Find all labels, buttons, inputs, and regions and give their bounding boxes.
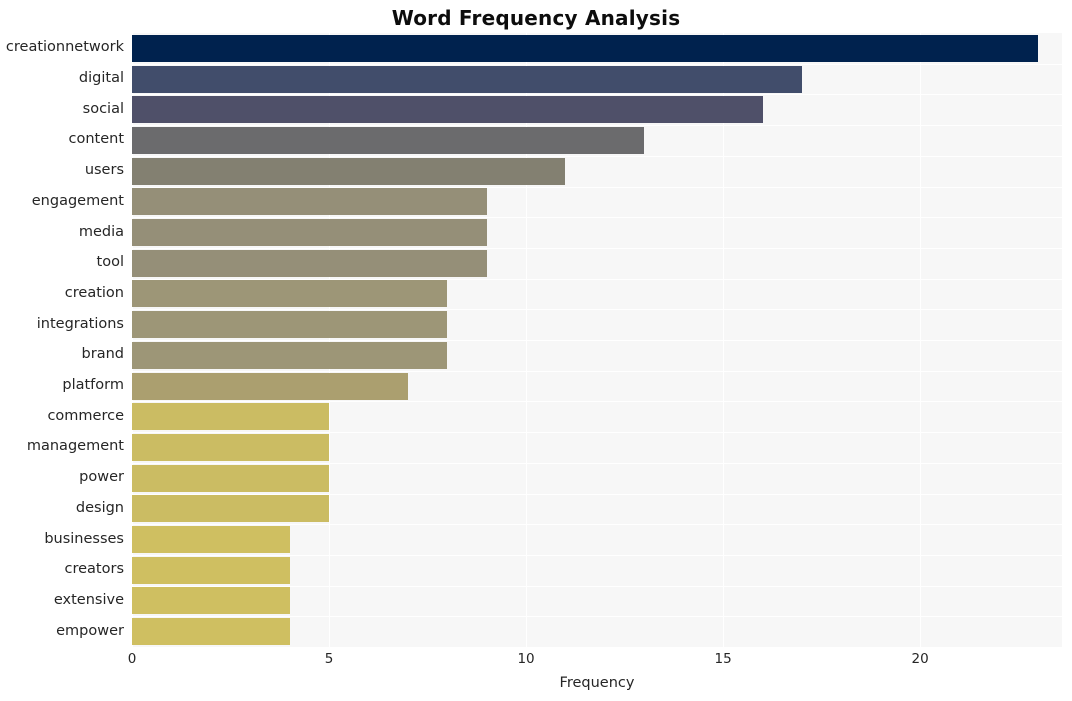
bar-extensive[interactable]: [132, 587, 290, 615]
x-tick-label-0: 0: [127, 651, 137, 667]
bar-commerce[interactable]: [132, 403, 330, 431]
y-tick-label-platform: platform: [62, 377, 124, 394]
y-tick-label-integrations: integrations: [36, 315, 124, 332]
bar-tool[interactable]: [132, 249, 487, 277]
y-tick-label-commerce: commerce: [47, 407, 124, 424]
bar-businesses[interactable]: [132, 526, 290, 554]
bar-integrations[interactable]: [132, 311, 448, 339]
x-axis-label: Frequency: [559, 675, 635, 691]
gridline-horizontal: [132, 524, 1062, 525]
y-tick-label-management: management: [26, 438, 124, 455]
bar-media[interactable]: [132, 219, 487, 247]
x-tick-label-10: 10: [517, 651, 535, 667]
gridline-horizontal: [132, 94, 1062, 95]
gridline-horizontal: [132, 340, 1062, 341]
bar-row: [132, 341, 1062, 369]
bar-row: [132, 126, 1062, 154]
bar-row: [132, 96, 1062, 124]
y-tick-label-creation: creation: [64, 284, 124, 301]
bar-creationnetwork[interactable]: [132, 34, 1039, 62]
y-tick-label-creators: creators: [64, 561, 125, 578]
gridline-horizontal: [132, 401, 1062, 402]
bar-row: [132, 495, 1062, 523]
bar-social[interactable]: [132, 96, 763, 124]
gridline-horizontal: [132, 432, 1062, 433]
chart-title: Word Frequency Analysis: [391, 6, 681, 30]
gridline-horizontal: [132, 125, 1062, 126]
gridline-horizontal: [132, 309, 1062, 310]
bar-power[interactable]: [132, 464, 330, 492]
bar-row: [132, 157, 1062, 185]
bar-management[interactable]: [132, 433, 330, 461]
gridline-horizontal: [132, 616, 1062, 617]
bar-design[interactable]: [132, 495, 330, 523]
bar-content[interactable]: [132, 126, 645, 154]
bar-empower[interactable]: [132, 618, 290, 646]
y-tick-label-engagement: engagement: [31, 192, 124, 209]
bar-row: [132, 188, 1062, 216]
y-tick-label-users: users: [84, 162, 124, 179]
bar-engagement[interactable]: [132, 188, 487, 216]
y-tick-label-creationnetwork: creationnetwork: [5, 39, 124, 56]
bar-row: [132, 403, 1062, 431]
bar-creators[interactable]: [132, 556, 290, 584]
y-tick-label-content: content: [68, 131, 124, 148]
gridline-horizontal: [132, 217, 1062, 218]
bar-row: [132, 618, 1062, 646]
bar-row: [132, 526, 1062, 554]
bar-row: [132, 280, 1062, 308]
x-tick-label-15: 15: [714, 651, 732, 667]
bar-row: [132, 587, 1062, 615]
y-tick-label-brand: brand: [81, 346, 124, 363]
bar-row: [132, 249, 1062, 277]
bar-row: [132, 65, 1062, 93]
y-tick-label-social: social: [82, 100, 124, 117]
x-tick-label-20: 20: [911, 651, 929, 667]
word-frequency-chart-figure: Word Frequency Analysis creationnetwork d…: [0, 0, 1072, 701]
bar-digital[interactable]: [132, 65, 802, 93]
y-tick-label-empower: empower: [56, 622, 124, 639]
y-tick-label-extensive: extensive: [53, 591, 124, 608]
y-tick-label-design: design: [75, 499, 124, 516]
x-tick-label-5: 5: [324, 651, 334, 667]
y-tick-label-power: power: [79, 469, 124, 486]
y-tick-label-tool: tool: [96, 254, 124, 271]
bar-platform[interactable]: [132, 372, 408, 400]
y-tick-label-businesses: businesses: [44, 530, 124, 547]
plot-area: [132, 33, 1062, 647]
bar-row: [132, 311, 1062, 339]
bar-brand[interactable]: [132, 341, 448, 369]
bar-creation[interactable]: [132, 280, 448, 308]
bar-users[interactable]: [132, 157, 566, 185]
bar-row: [132, 372, 1062, 400]
bar-row: [132, 464, 1062, 492]
y-tick-label-media: media: [78, 223, 124, 240]
bar-row: [132, 34, 1062, 62]
bar-row: [132, 433, 1062, 461]
bar-row: [132, 219, 1062, 247]
bar-row: [132, 556, 1062, 584]
y-tick-label-digital: digital: [78, 70, 124, 87]
